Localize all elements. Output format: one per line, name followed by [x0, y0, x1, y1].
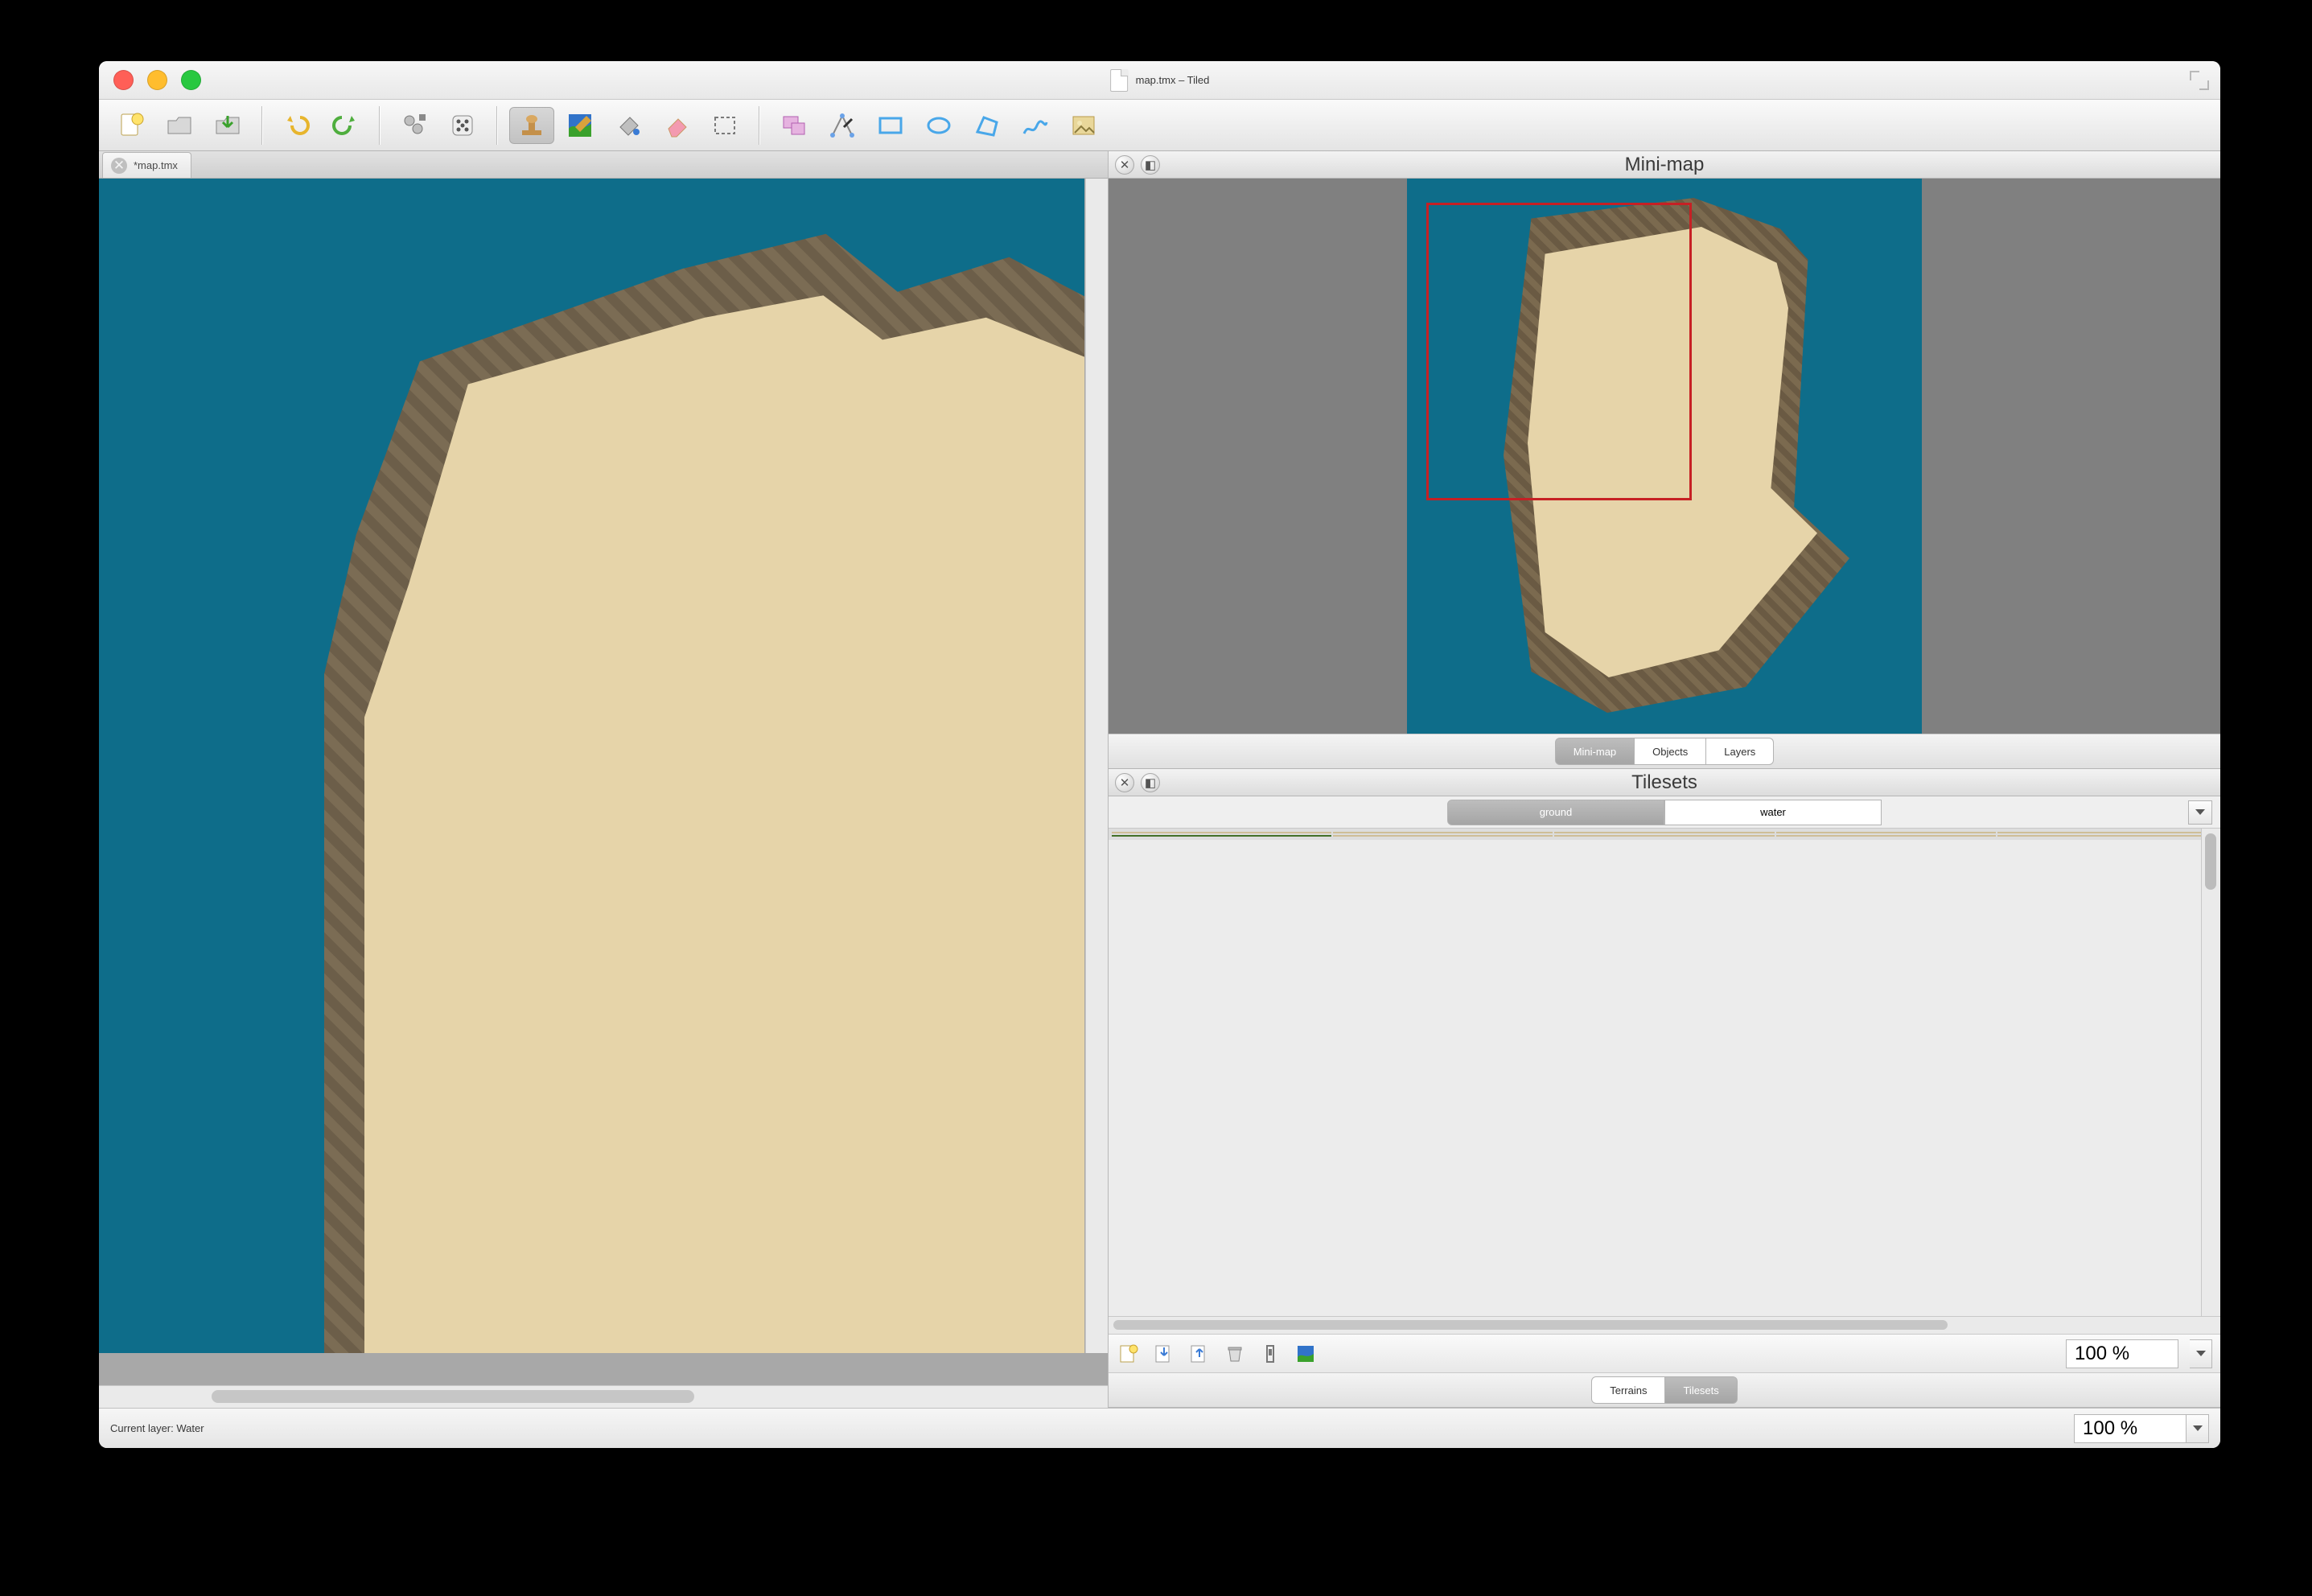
scrollbar-thumb[interactable] — [1113, 1320, 1948, 1330]
panel-close-icon[interactable]: ✕ — [1115, 773, 1134, 792]
edit-terrain-button[interactable] — [1294, 1342, 1318, 1366]
tab-terrains[interactable]: Terrains — [1591, 1376, 1665, 1404]
map-canvas-wrap — [99, 179, 1108, 1385]
tile[interactable] — [1554, 835, 1774, 837]
tile[interactable] — [1997, 832, 2217, 833]
tilesets-panel: ground water — [1109, 796, 2220, 1408]
minimap-viewport-rect[interactable] — [1426, 203, 1692, 500]
tile[interactable] — [1333, 832, 1553, 833]
document-tab[interactable]: ✕ *map.tmx — [102, 152, 191, 178]
status-bar: Current layer: Water — [99, 1408, 2220, 1448]
tilesets-panel-title: Tilesets — [1631, 771, 1697, 794]
window-title: map.tmx – Tiled — [1110, 69, 1210, 92]
panel-undock-icon[interactable]: ◧ — [1141, 155, 1160, 175]
redo-button[interactable] — [323, 107, 368, 144]
zoom-input[interactable] — [2074, 1414, 2187, 1443]
document-tabbar: ✕ *map.tmx — [99, 151, 1108, 179]
document-icon — [1110, 69, 1128, 92]
tile[interactable] — [1333, 835, 1553, 837]
tilesets-panel-header: ✕ ◧ Tilesets — [1109, 769, 2220, 796]
stamp-brush-button[interactable] — [509, 107, 554, 144]
tileset-properties-button[interactable] — [1258, 1342, 1282, 1366]
tab-minimap[interactable]: Mini-map — [1555, 738, 1635, 765]
new-file-button[interactable] — [109, 107, 154, 144]
save-file-button[interactable] — [205, 107, 250, 144]
panel-undock-icon[interactable]: ◧ — [1141, 773, 1160, 792]
eraser-button[interactable] — [654, 107, 699, 144]
scrollbar-thumb[interactable] — [2205, 833, 2216, 890]
new-tileset-button[interactable] — [1117, 1342, 1141, 1366]
tileset-zoom-dropdown[interactable] — [2190, 1339, 2212, 1368]
minimap-panel-title: Mini-map — [1625, 154, 1705, 176]
document-tab-label: *map.tmx — [134, 159, 178, 171]
zoom-dropdown[interactable] — [2187, 1414, 2209, 1443]
map-vertical-scrollbar[interactable] — [1085, 179, 1108, 1353]
insert-rectangle-button[interactable] — [868, 107, 913, 144]
minimap-segmented-tabs: Mini-map Objects Layers — [1109, 734, 2220, 769]
main-toolbar — [99, 100, 2220, 151]
map-horizontal-scrollbar[interactable] — [99, 1385, 1108, 1408]
panel-close-icon[interactable]: ✕ — [1115, 155, 1134, 175]
tab-tilesets[interactable]: Tilesets — [1665, 1376, 1737, 1404]
tile[interactable] — [1776, 835, 1996, 837]
tab-layers[interactable]: Layers — [1706, 738, 1774, 765]
rect-select-button[interactable] — [702, 107, 747, 144]
chevron-down-icon — [2193, 1425, 2203, 1431]
tiles-scroll-area — [1109, 829, 2220, 1316]
tile[interactable] — [1112, 832, 1331, 833]
chevron-down-icon — [2196, 1351, 2206, 1356]
bottom-segmented-tabs: Terrains Tilesets — [1109, 1372, 2220, 1408]
window-title-text: map.tmx – Tiled — [1136, 74, 1210, 86]
tileset-toolbar — [1109, 1334, 2220, 1372]
window-zoom-button[interactable] — [181, 70, 201, 90]
fullscreen-icon[interactable] — [2190, 71, 2209, 90]
status-zoom — [2074, 1414, 2209, 1443]
tile[interactable] — [1997, 835, 2217, 837]
map-canvas[interactable] — [99, 179, 1084, 1353]
editor-pane: ✕ *map.tmx — [99, 151, 1109, 1408]
tiles-vertical-scrollbar[interactable] — [2201, 829, 2220, 1316]
undo-button[interactable] — [274, 107, 319, 144]
current-layer-label: Current layer: Water — [110, 1422, 204, 1434]
chevron-down-icon — [2195, 809, 2205, 815]
tileset-dropdown-button[interactable] — [2188, 800, 2212, 825]
titlebar: map.tmx – Tiled — [99, 61, 2220, 100]
insert-polyline-button[interactable] — [1013, 107, 1058, 144]
scrollbar-thumb[interactable] — [212, 1390, 694, 1403]
window-close-button[interactable] — [113, 70, 134, 90]
minimap-view[interactable] — [1109, 179, 2220, 734]
side-panels: ✕ ◧ Mini-map Mini-map Objects Layers — [1109, 151, 2220, 1408]
open-file-button[interactable] — [157, 107, 202, 144]
map-terrain-sand — [364, 251, 1084, 1353]
insert-ellipse-button[interactable] — [916, 107, 961, 144]
tiles-horizontal-scrollbar[interactable] — [1109, 1316, 2220, 1334]
import-tileset-button[interactable] — [1152, 1342, 1176, 1366]
tile[interactable] — [1776, 832, 1996, 833]
select-objects-button[interactable] — [771, 107, 817, 144]
tileset-tabs: ground water — [1109, 796, 2220, 829]
insert-polygon-button[interactable] — [965, 107, 1010, 144]
tiles-grid[interactable] — [1109, 829, 2220, 840]
app-window: map.tmx – Tiled — [99, 61, 2220, 1448]
delete-tileset-button[interactable] — [1223, 1342, 1247, 1366]
tile[interactable] — [1554, 832, 1774, 833]
edit-polygons-button[interactable] — [820, 107, 865, 144]
tile[interactable] — [1112, 835, 1331, 837]
window-controls — [113, 70, 201, 90]
window-minimize-button[interactable] — [147, 70, 167, 90]
insert-tile-button[interactable] — [1061, 107, 1106, 144]
tileset-tab-ground[interactable]: ground — [1447, 800, 1664, 825]
terrain-brush-button[interactable] — [557, 107, 603, 144]
tileset-tab-water[interactable]: water — [1664, 800, 1882, 825]
minimap-panel-header: ✕ ◧ Mini-map — [1109, 151, 2220, 179]
command-button[interactable] — [392, 107, 437, 144]
tab-objects[interactable]: Objects — [1635, 738, 1706, 765]
close-tab-icon[interactable]: ✕ — [111, 158, 127, 174]
content-area: ✕ *map.tmx ✕ ◧ — [99, 151, 2220, 1408]
bucket-fill-button[interactable] — [606, 107, 651, 144]
export-tileset-button[interactable] — [1187, 1342, 1212, 1366]
random-mode-button[interactable] — [440, 107, 485, 144]
tileset-zoom-input[interactable] — [2066, 1339, 2178, 1368]
